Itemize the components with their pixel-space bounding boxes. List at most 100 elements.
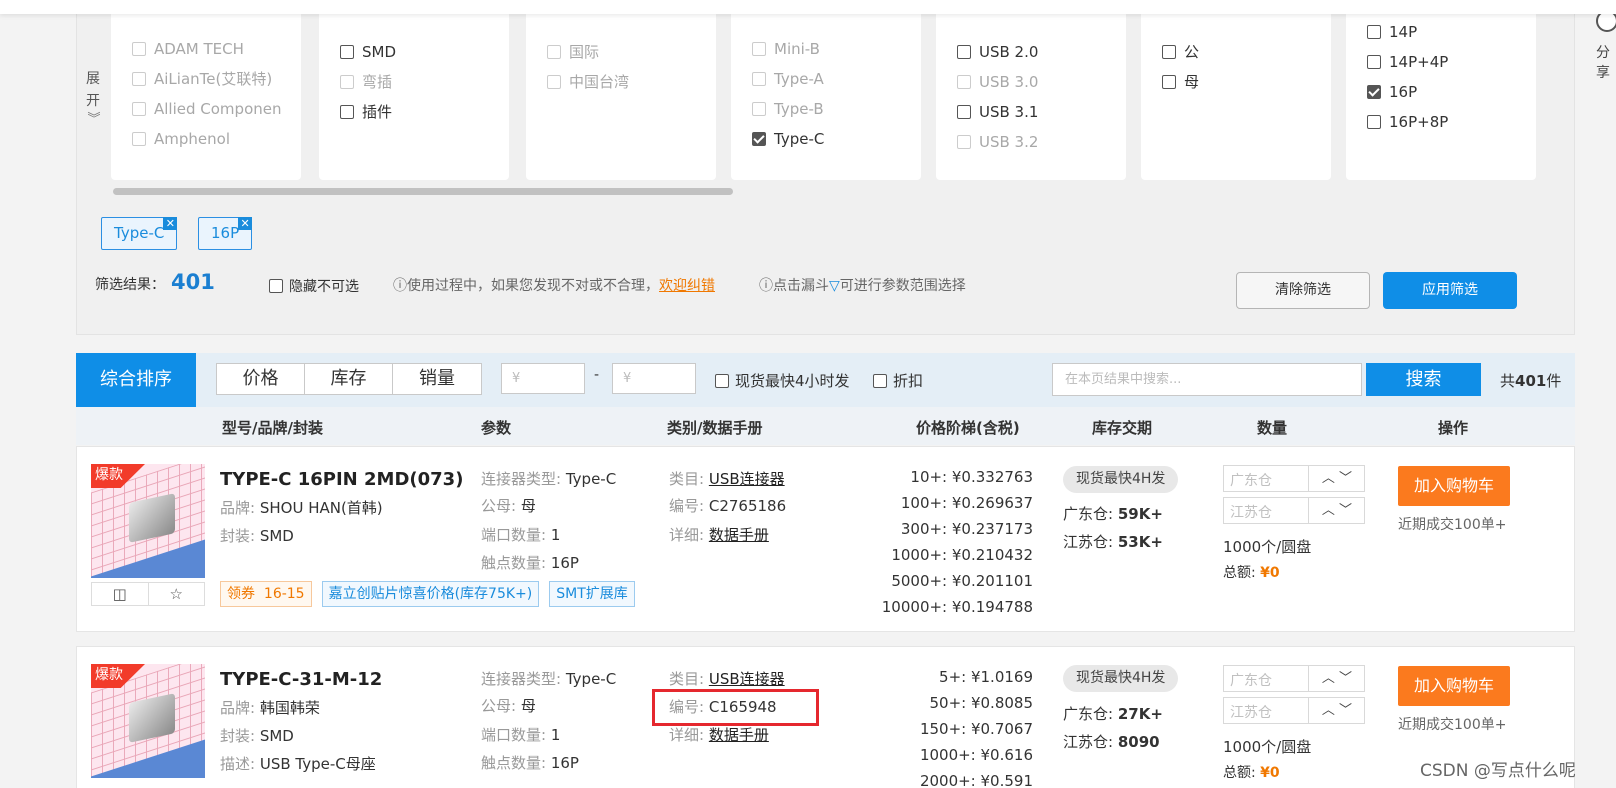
stepper-arrows-icon[interactable]: ︿ ﹀ — [1308, 498, 1365, 523]
checkbox-box[interactable] — [715, 374, 729, 388]
clear-filter-button[interactable]: 清除筛选 — [1236, 272, 1370, 309]
filter-option[interactable]: 公 — [1162, 43, 1199, 61]
star-icon[interactable]: ☆ — [149, 583, 205, 605]
filter-option[interactable]: Amphenol — [132, 130, 230, 148]
price-max-input[interactable]: ¥ — [612, 363, 696, 394]
discount-checkbox[interactable]: 折扣 — [873, 370, 923, 391]
filter-option[interactable]: Mini-B — [752, 40, 820, 58]
datasheet-link[interactable]: 数据手册 — [709, 526, 769, 544]
checkbox-box[interactable] — [1367, 55, 1381, 69]
filter-option-label: 插件 — [362, 103, 393, 121]
filter-option[interactable]: 16P — [1367, 83, 1417, 101]
checkbox-box[interactable] — [957, 105, 971, 119]
filter-option[interactable]: SMD — [340, 43, 396, 61]
checkbox-box[interactable] — [957, 135, 971, 149]
stepper-arrows-icon[interactable]: ︿ ﹀ — [1308, 666, 1365, 691]
filter-option[interactable]: 插件 — [340, 103, 392, 121]
discount-label: 折扣 — [893, 372, 924, 390]
selected-tag-type-c[interactable]: Type-C ✕ — [101, 217, 178, 250]
coupon-badge[interactable]: 领券 16-15 — [220, 581, 312, 607]
search-button[interactable]: 搜索 — [1366, 363, 1481, 396]
filter-option[interactable]: 16P+8P — [1367, 113, 1448, 131]
add-to-cart-button[interactable]: 加入购物车 — [1398, 466, 1510, 506]
filter-option[interactable]: 母 — [1162, 73, 1199, 91]
filter-option[interactable]: USB 3.2 — [957, 133, 1038, 151]
checkbox-box[interactable] — [1162, 75, 1176, 89]
filter-option[interactable]: AiLianTe(艾联特) — [132, 70, 272, 88]
checkbox-box[interactable] — [547, 45, 561, 59]
checkbox-box[interactable] — [752, 102, 766, 116]
checkbox-box[interactable] — [957, 45, 971, 59]
apply-filter-button[interactable]: 应用筛选 — [1383, 272, 1517, 309]
datasheet-link[interactable]: 数据手册 — [709, 726, 769, 744]
checkbox-box[interactable] — [132, 42, 146, 56]
remove-tag-icon[interactable]: ✕ — [238, 217, 253, 230]
promo-badge[interactable]: 嘉立创贴片惊喜价格(库存75K+) — [321, 581, 540, 607]
sort-sales-button[interactable]: 销量 — [393, 364, 481, 394]
filter-column: 中国大陆国际中国台湾 — [526, 0, 716, 180]
selected-tag-16p[interactable]: 16P ✕ — [198, 217, 253, 250]
qty-js-stepper[interactable]: 江苏仓 ︿ ﹀ — [1223, 497, 1365, 524]
share-label[interactable]: 分享 — [1596, 42, 1616, 82]
page-search-input[interactable]: 在本页结果中搜索... — [1052, 363, 1362, 396]
hide-unavailable-checkbox[interactable]: 隐藏不可选 — [269, 276, 359, 296]
horizontal-scrollbar[interactable] — [113, 188, 733, 195]
package-value: SMD — [259, 727, 294, 745]
stepper-arrows-icon[interactable]: ︿ ﹀ — [1308, 698, 1365, 723]
category-line: 类目: USB连接器 — [669, 468, 785, 489]
checkbox-box[interactable] — [1367, 85, 1381, 99]
filter-option[interactable]: ADAM TECH — [132, 40, 244, 58]
remove-tag-icon[interactable]: ✕ — [163, 217, 178, 230]
sort-stock-button[interactable]: 库存 — [305, 364, 393, 394]
checkbox-box[interactable] — [132, 132, 146, 146]
brand-value: SHOU HAN(首韩) — [259, 499, 383, 517]
filter-option[interactable]: Type-C — [752, 130, 824, 148]
price-min-input[interactable]: ¥ — [501, 363, 585, 394]
add-to-cart-button[interactable]: 加入购物车 — [1398, 666, 1510, 706]
expand-toggle[interactable]: 展开 ︾ — [85, 68, 103, 128]
category-link[interactable]: USB连接器 — [709, 470, 785, 488]
filter-option[interactable]: Allied Componen — [132, 100, 282, 118]
sort-price-button[interactable]: 价格 — [217, 364, 305, 394]
checkbox-box[interactable] — [340, 75, 354, 89]
filter-option[interactable]: 中国台湾 — [547, 73, 629, 91]
qty-js-stepper[interactable]: 江苏仓 ︿ ﹀ — [1223, 697, 1365, 724]
checkbox-box[interactable] — [957, 75, 971, 89]
product-title[interactable]: TYPE-C-31-M-12 — [220, 669, 382, 690]
product-title[interactable]: TYPE-C 16PIN 2MD(073) — [220, 469, 463, 490]
checkbox-box[interactable] — [340, 45, 354, 59]
checkbox-box[interactable] — [1367, 25, 1381, 39]
product-image[interactable]: 爆款 — [91, 664, 205, 778]
compare-icon[interactable]: ◫ — [92, 583, 149, 605]
checkbox-box[interactable] — [873, 374, 887, 388]
qty-gd-stepper[interactable]: 广东仓 ︿ ﹀ — [1223, 665, 1365, 692]
filter-option[interactable]: Type-A — [752, 70, 824, 88]
checkbox-box[interactable] — [752, 132, 766, 146]
sort-comprehensive-tab[interactable]: 综合排序 — [76, 353, 196, 407]
category-link[interactable]: USB连接器 — [709, 670, 785, 688]
filter-option[interactable]: 国际 — [547, 43, 599, 61]
checkbox-box[interactable] — [752, 72, 766, 86]
filter-option[interactable]: USB 3.0 — [957, 73, 1038, 91]
checkbox-box[interactable] — [269, 279, 283, 293]
smt-badge[interactable]: SMT扩展库 — [549, 581, 635, 607]
filter-option[interactable]: 弯插 — [340, 73, 392, 91]
checkbox-box[interactable] — [132, 72, 146, 86]
filter-option[interactable]: 14P — [1367, 23, 1417, 41]
stepper-arrows-icon[interactable]: ︿ ﹀ — [1308, 466, 1365, 491]
filter-option[interactable]: Type-B — [752, 100, 824, 118]
checkbox-box[interactable] — [340, 105, 354, 119]
checkbox-box[interactable] — [752, 42, 766, 56]
filter-option[interactable]: 14P+4P — [1367, 53, 1448, 71]
checkbox-box[interactable] — [132, 102, 146, 116]
feedback-link[interactable]: 欢迎纠错 — [659, 278, 715, 294]
checkbox-box[interactable] — [1162, 45, 1176, 59]
checkbox-box[interactable] — [547, 75, 561, 89]
param-label: 连接器类型: — [481, 470, 562, 488]
qty-gd-stepper[interactable]: 广东仓 ︿ ﹀ — [1223, 465, 1365, 492]
checkbox-box[interactable] — [1367, 115, 1381, 129]
filter-option[interactable]: USB 2.0 — [957, 43, 1038, 61]
product-image[interactable]: 爆款 — [91, 464, 205, 578]
fast-ship-checkbox[interactable]: 现货最快4小时发 — [715, 370, 850, 391]
filter-option[interactable]: USB 3.1 — [957, 103, 1038, 121]
